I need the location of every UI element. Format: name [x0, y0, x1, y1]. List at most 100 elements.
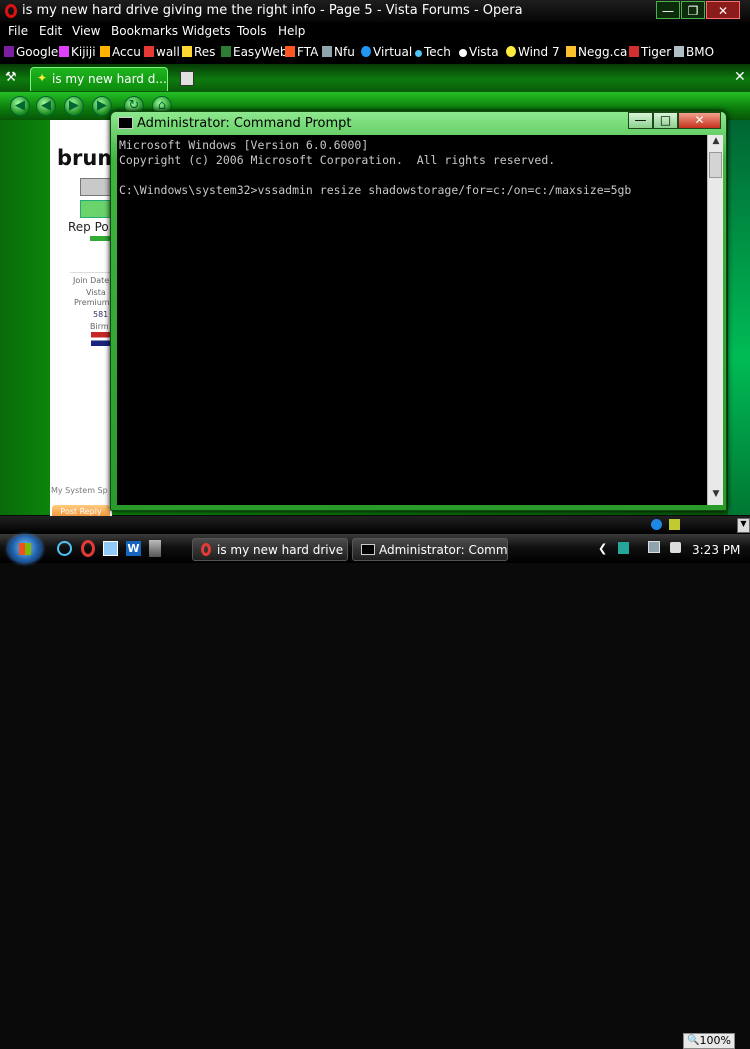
bookmark-kijiji[interactable]: Kijiji: [59, 45, 96, 59]
bookmark-label: Google: [16, 45, 59, 59]
accuweather-icon: [100, 46, 110, 57]
zoom-control[interactable]: 🔍 100%: [683, 1033, 735, 1049]
bookmark-res[interactable]: Res: [182, 45, 215, 59]
wall-icon: [144, 46, 154, 57]
res-icon: [182, 46, 192, 57]
menu-widgets[interactable]: Widgets: [182, 24, 231, 38]
close-button[interactable]: ✕: [706, 1, 740, 19]
menu-view[interactable]: View: [72, 24, 100, 38]
zoom-dropdown-icon[interactable]: ▼: [737, 518, 750, 533]
taskbar-clock[interactable]: 3:23 PM: [692, 543, 740, 557]
bookmark-label: Vista: [469, 45, 499, 59]
support-badge-icon: [80, 200, 112, 218]
minimize-button[interactable]: —: [656, 1, 680, 19]
bookmark-tiger[interactable]: Tiger: [629, 45, 671, 59]
tab-close-icon[interactable]: ✕: [734, 69, 746, 85]
tab-active[interactable]: ✦ is my new hard d...: [30, 67, 168, 91]
bmo-icon: [674, 46, 684, 57]
wrench-icon[interactable]: ⚒: [5, 70, 19, 85]
yahoo-icon: [4, 46, 14, 57]
console-text[interactable]: Microsoft Windows [Version 6.0.6000] Copy…: [119, 138, 701, 198]
tool-icon[interactable]: [149, 540, 161, 557]
show-desktop-icon[interactable]: [103, 541, 118, 556]
new-tab-icon[interactable]: [180, 71, 194, 86]
tiger-icon: [629, 46, 639, 57]
tab-bar: ⚒ ✦ is my new hard d... ✕: [0, 64, 750, 92]
menu-file[interactable]: File: [8, 24, 28, 38]
bookmark-label: FTA: [297, 45, 319, 59]
word-icon[interactable]: W: [126, 541, 141, 556]
scroll-up-icon[interactable]: ▲: [710, 136, 722, 150]
divider: [70, 272, 112, 273]
menu-edit[interactable]: Edit: [39, 24, 62, 38]
tech-icon: [415, 50, 422, 57]
bookmark-label: Kijiji: [71, 45, 96, 59]
cmd-icon: [118, 117, 133, 129]
cmd-minimize-button[interactable]: —: [628, 112, 653, 129]
volume-icon[interactable]: [670, 542, 681, 553]
virtual-icon: [361, 46, 371, 57]
vista-icon: [459, 49, 467, 57]
system-spec-link[interactable]: My System Sp: [51, 486, 108, 495]
bookmark-negg[interactable]: Negg.ca: [566, 45, 627, 59]
bookmark-label: EasyWeb: [233, 45, 288, 59]
console-line: C:\Windows\system32>vssadmin resize shad…: [119, 183, 632, 197]
taskbar-item-cmd[interactable]: Administrator: Comm...: [352, 538, 508, 561]
browser-statusbar: 🔍 100% ▼: [0, 516, 750, 1049]
rewind-icon[interactable]: ◀: [10, 96, 30, 116]
bookmark-tech[interactable]: Tech: [415, 45, 451, 59]
opera-taskbar-icon: [201, 543, 211, 556]
maximize-button[interactable]: ❐: [681, 1, 705, 19]
cmd-window-title: Administrator: Command Prompt: [137, 116, 352, 131]
network-icon[interactable]: [648, 541, 660, 553]
fta-icon: [285, 46, 295, 57]
windows-logo-icon: [19, 543, 31, 555]
console-line: Copyright (c) 2006 Microsoft Corporation…: [119, 153, 556, 167]
scroll-thumb[interactable]: [709, 152, 722, 178]
bookmark-google[interactable]: Google: [4, 45, 58, 59]
console-line: Microsoft Windows [Version 6.0.6000]: [119, 138, 369, 152]
newegg-icon: [566, 46, 576, 57]
start-button[interactable]: [8, 535, 42, 563]
tray-app-icon[interactable]: [618, 542, 629, 554]
console-area[interactable]: Microsoft Windows [Version 6.0.6000] Copy…: [117, 135, 723, 505]
bookmark-accu[interactable]: Accu: [100, 45, 141, 59]
bookmark-label: Tiger: [641, 45, 672, 59]
bookmark-virtual[interactable]: Virtual: [361, 45, 412, 59]
forward-icon[interactable]: ▶: [64, 96, 84, 116]
cmd-close-button[interactable]: ✕: [678, 112, 721, 129]
ie-icon[interactable]: [57, 541, 72, 556]
bookmark-nfu[interactable]: Nfu: [322, 45, 355, 59]
bookmark-fta[interactable]: FTA: [285, 45, 318, 59]
fast-forward-icon[interactable]: ▶: [92, 96, 112, 116]
menu-bookmarks[interactable]: Bookmarks: [111, 24, 178, 38]
taskbar-item-label: is my new hard drive ...: [217, 543, 348, 557]
kijiji-icon: [59, 46, 69, 57]
os-label: Vista: [86, 288, 106, 297]
bookmark-label: Nfu: [334, 45, 355, 59]
opera-quicklaunch-icon[interactable]: [81, 540, 95, 557]
menu-tools[interactable]: Tools: [237, 24, 267, 38]
taskbar-item-opera[interactable]: is my new hard drive ...: [192, 538, 348, 561]
bookmark-label: wall: [156, 45, 180, 59]
bookmark-wall[interactable]: wall: [144, 45, 180, 59]
command-prompt-window[interactable]: Administrator: Command Prompt — □ ✕ Micr…: [110, 111, 727, 511]
bookmark-label: Accu: [112, 45, 141, 59]
td-icon: [221, 46, 231, 57]
back-icon[interactable]: ◀: [36, 96, 56, 116]
wind7-icon: [506, 46, 516, 57]
bookmark-easyweb[interactable]: EasyWeb: [221, 45, 287, 59]
cmd-maximize-button[interactable]: □: [653, 112, 678, 129]
bookmark-wind7[interactable]: Wind 7: [506, 45, 560, 59]
bookmark-bmo[interactable]: BMO: [674, 45, 714, 59]
tray-expand-icon[interactable]: ❮: [598, 542, 607, 555]
tab-label: is my new hard d...: [52, 72, 167, 86]
rep-power-label: Rep Po: [68, 220, 109, 234]
menu-help[interactable]: Help: [278, 24, 305, 38]
console-scrollbar[interactable]: ▲ ▼: [707, 135, 723, 505]
view-icon[interactable]: [669, 519, 680, 530]
bookmark-vista[interactable]: Vista: [459, 45, 499, 59]
turbo-icon[interactable]: [651, 519, 662, 530]
scroll-down-icon[interactable]: ▼: [710, 489, 722, 503]
